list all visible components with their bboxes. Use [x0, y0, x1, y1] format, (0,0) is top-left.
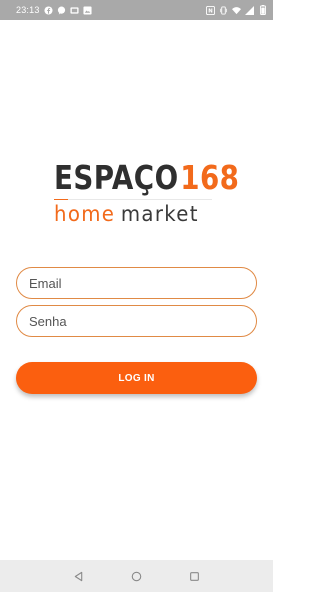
logo-tagline-home: home [54, 202, 116, 226]
facebook-icon [43, 5, 53, 15]
battery-icon [258, 5, 267, 15]
svg-text:N: N [208, 8, 213, 14]
photos-icon [69, 6, 79, 15]
logo-divider [54, 199, 212, 200]
wifi-icon [232, 6, 241, 15]
image-icon [82, 5, 92, 15]
logo-tagline: home market [54, 202, 199, 226]
logo-tagline-market: market [120, 202, 199, 226]
back-icon[interactable] [72, 569, 86, 583]
home-icon[interactable] [130, 569, 144, 583]
status-bar: 23:13 N [0, 0, 273, 20]
signal-icon [245, 5, 254, 15]
nfc-icon: N [206, 5, 215, 15]
brand-logo: ESPAÇO 168 home market [54, 158, 239, 228]
password-field[interactable] [16, 305, 257, 337]
logo-word: ESPAÇO [54, 158, 179, 197]
system-icons: N [206, 5, 267, 15]
status-time: 23:13 [16, 5, 40, 15]
email-field[interactable] [16, 267, 257, 299]
login-button[interactable]: LOG IN [16, 362, 257, 394]
navigation-bar [0, 560, 273, 592]
logo-number: 168 [180, 158, 240, 197]
vibrate-icon [219, 5, 228, 15]
logo-divider-accent [54, 199, 68, 200]
chat-icon [57, 6, 66, 15]
notification-icons [43, 5, 92, 15]
login-screen: 23:13 N ESPAÇO 168 home market Email LOG… [0, 0, 273, 592]
recents-icon[interactable] [188, 569, 202, 583]
logo-title: ESPAÇO 168 [54, 158, 239, 198]
